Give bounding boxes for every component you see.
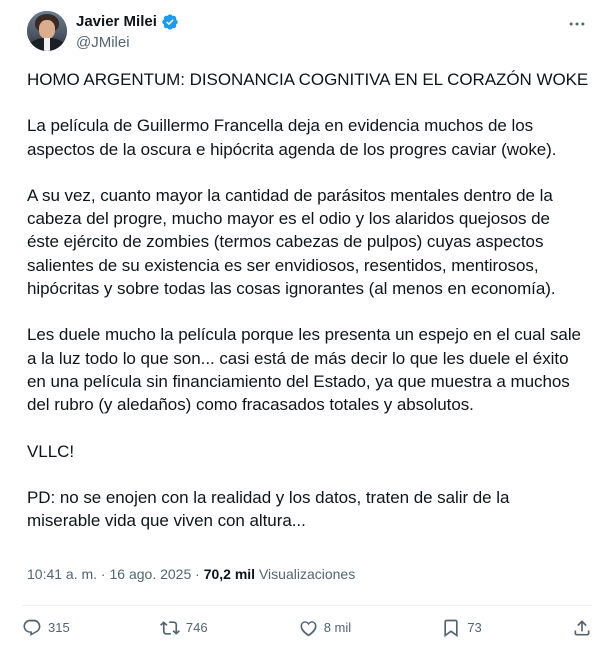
tweet-header: Javier Milei @JMilei: [27, 11, 588, 57]
tweet-paragraph: PD: no se enojen con la realidad y los d…: [27, 487, 510, 531]
tweet-paragraph: A su vez, cuanto mayor la cantidad de pa…: [27, 185, 556, 299]
tweet-text: HOMO ARGENTUM: DISONANCIA COGNITIVA EN E…: [27, 68, 593, 555]
like-count: 8 mil: [323, 620, 352, 635]
meta-separator: ·: [191, 566, 204, 582]
tweet-paragraph-title: HOMO ARGENTUM: DISONANCIA COGNITIVA EN E…: [27, 70, 589, 89]
action-bar: 315 746 8 mil 73: [22, 605, 592, 645]
views-count: 70,2 mil: [203, 566, 256, 582]
tweet-meta: 10:41 a. m. · 16 ago. 2025 · 70,2 mil Vi…: [27, 564, 355, 584]
author-name-row: Javier Milei: [76, 12, 179, 32]
tweet-paragraph: VLLC!: [27, 441, 74, 461]
avatar[interactable]: [27, 11, 67, 51]
share-button[interactable]: [572, 618, 592, 638]
tweet-date[interactable]: 16 ago. 2025: [110, 566, 192, 582]
bookmark-icon: [444, 619, 458, 637]
repost-icon: [159, 620, 180, 635]
tweet-time[interactable]: 10:41 a. m.: [27, 566, 97, 582]
verified-badge-icon: [162, 14, 178, 30]
meta-separator: ·: [97, 566, 110, 582]
like-icon: [300, 620, 317, 636]
reply-count: 315: [48, 620, 70, 635]
bookmark-button[interactable]: 73: [441, 618, 482, 638]
more-icon: [569, 22, 585, 26]
bookmark-count: 73: [467, 620, 482, 635]
author-handle[interactable]: @JMilei: [76, 33, 130, 53]
author-name[interactable]: Javier Milei: [76, 12, 157, 32]
more-button[interactable]: [566, 13, 588, 35]
reply-icon: [23, 619, 41, 636]
repost-button[interactable]: 746: [159, 618, 208, 638]
share-icon: [574, 619, 590, 635]
like-button[interactable]: 8 mil: [298, 618, 351, 638]
repost-count: 746: [185, 620, 208, 635]
views-label: Visualizaciones: [255, 566, 356, 582]
tweet-paragraph: La película de Guillermo Francella deja …: [27, 116, 557, 159]
reply-button[interactable]: 315: [22, 618, 70, 638]
tweet-paragraph: Les duele mucho la película porque les p…: [27, 325, 581, 415]
